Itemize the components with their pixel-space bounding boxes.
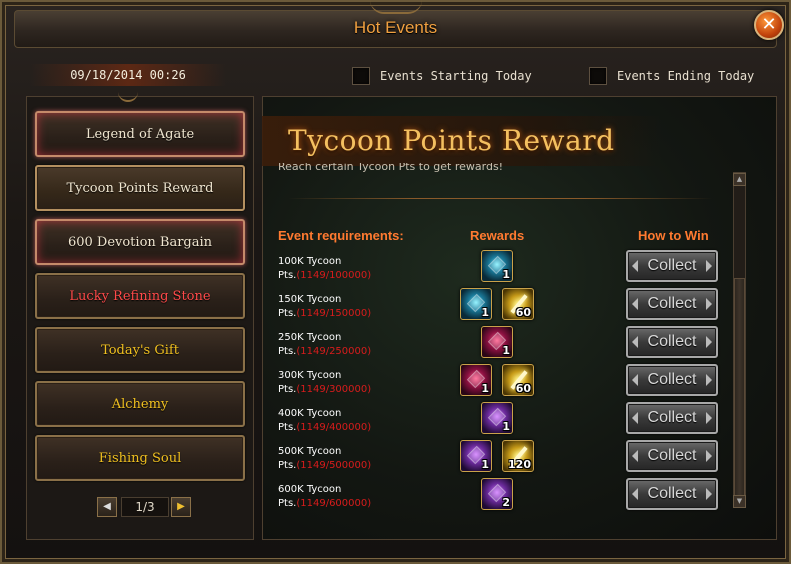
points-label: Pts. [278,460,297,471]
requirement-name: 400K Tycoon [278,408,342,419]
event-item-fishing-soul[interactable]: Fishing Soul [35,435,245,481]
collect-button[interactable]: Collect [626,288,718,320]
points-label: Pts. [278,308,297,319]
prev-page-button[interactable]: ◀ [97,497,117,517]
event-item-label: 600 Devotion Bargain [67,234,213,250]
event-item-todays-gift[interactable]: Today's Gift [35,327,245,373]
collect-button[interactable]: Collect [626,440,718,472]
item-quantity: 2 [502,496,510,509]
event-item-label: Alchemy [111,396,169,412]
requirement-name: 500K Tycoon [278,446,342,457]
item-quantity: 1 [502,268,510,281]
red-gem-icon[interactable]: 1 [481,326,513,358]
event-item-legend-of-agate[interactable]: Legend of Agate [35,111,245,157]
requirement-name: 600K Tycoon [278,484,342,495]
points-progress: (1149/400000) [296,422,372,433]
points-progress: (1149/500000) [296,460,372,471]
item-quantity: 1 [481,382,489,395]
requirement-points: Pts.(1149/100000) [278,269,448,283]
item-quantity: 1 [481,458,489,471]
event-title: Tycoon Points Reward [288,124,615,157]
item-quantity: 1 [481,306,489,319]
starting-today-checkbox[interactable] [352,67,370,85]
collect-button[interactable]: Collect [626,250,718,282]
purple-gem-icon[interactable]: 1 [481,402,513,434]
cyan-gem-icon[interactable]: 1 [460,288,492,320]
item-quantity: 1 [502,420,510,433]
requirement-points: Pts.(1149/250000) [278,345,448,359]
collect-button[interactable]: Collect [626,364,718,396]
next-page-button[interactable]: ▶ [171,497,191,517]
starting-today-label: Events Starting Today [380,69,532,83]
event-item-alchemy[interactable]: Alchemy [35,381,245,427]
close-icon: ✕ [761,14,777,35]
purple-gem-icon[interactable]: 2 [481,478,513,510]
item-quantity: 60 [515,306,531,319]
filter-starting-today[interactable]: Events Starting Today [352,65,532,87]
gold-stick-icon[interactable]: 60 [502,288,534,320]
points-label: Pts. [278,498,297,509]
points-label: Pts. [278,384,297,395]
points-progress: (1149/600000) [296,498,372,509]
ending-today-checkbox[interactable] [589,67,607,85]
event-subtitle: Reach certain Tycoon Pts to get rewards! [278,163,504,173]
purple-gem-icon[interactable]: 1 [460,440,492,472]
requirement-points: Pts.(1149/300000) [278,383,448,397]
collect-button[interactable]: Collect [626,326,718,358]
col-rewards: Rewards [470,228,525,243]
requirement-name: 150K Tycoon [278,294,342,305]
scroll-down-button[interactable]: ▼ [733,495,746,508]
event-item-lucky-refining-stone[interactable]: Lucky Refining Stone [35,273,245,319]
requirement-points: Pts.(1149/600000) [278,497,448,511]
points-label: Pts. [278,422,297,433]
item-quantity: 60 [515,382,531,395]
requirement-name: 300K Tycoon [278,370,342,381]
points-progress: (1149/150000) [296,308,372,319]
event-item-label: Tycoon Points Reward [66,180,214,196]
scroll-up-button[interactable]: ▲ [733,173,746,186]
window-title: Hot Events [353,18,438,37]
event-item-label: Fishing Soul [98,450,182,466]
red-gem-icon[interactable]: 1 [460,364,492,396]
event-item-600-devotion-bargain[interactable]: 600 Devotion Bargain [35,219,245,265]
item-quantity: 1 [502,344,510,357]
collect-button[interactable]: Collect [626,402,718,434]
server-datetime: 09/18/2014 00:26 [30,64,226,86]
requirement-points: Pts.(1149/150000) [278,307,448,321]
points-progress: (1149/250000) [296,346,372,357]
event-item-label: Today's Gift [101,342,179,358]
event-item-label: Legend of Agate [85,126,195,142]
points-progress: (1149/100000) [296,270,372,281]
gold-stick-icon[interactable]: 120 [502,440,534,472]
requirement-name: 100K Tycoon [278,256,342,267]
points-label: Pts. [278,270,297,281]
requirement-points: Pts.(1149/400000) [278,421,448,435]
arrow-left-icon: ◀ [103,501,111,512]
divider [288,198,712,199]
event-item-tycoon-points-reward[interactable]: Tycoon Points Reward [35,165,245,211]
item-quantity: 120 [508,458,531,471]
event-item-label: Lucky Refining Stone [69,288,211,304]
cyan-gem-icon[interactable]: 1 [481,250,513,282]
scroll-thumb[interactable] [734,278,745,496]
col-how-to-win: How to Win [638,228,709,243]
collect-button[interactable]: Collect [626,478,718,510]
title-ornament [370,0,422,14]
ending-today-label: Events Ending Today [617,69,755,83]
col-event-requirements: Event requirements: [278,228,404,243]
points-progress: (1149/300000) [296,384,372,395]
requirement-name: 250K Tycoon [278,332,342,343]
points-label: Pts. [278,346,297,357]
filter-ending-today[interactable]: Events Ending Today [589,65,754,87]
arrow-right-icon: ▶ [177,501,185,512]
page-indicator: 1/3 [121,497,169,517]
close-button[interactable]: ✕ [754,10,784,40]
gold-stick-icon[interactable]: 60 [502,364,534,396]
requirement-points: Pts.(1149/500000) [278,459,448,473]
